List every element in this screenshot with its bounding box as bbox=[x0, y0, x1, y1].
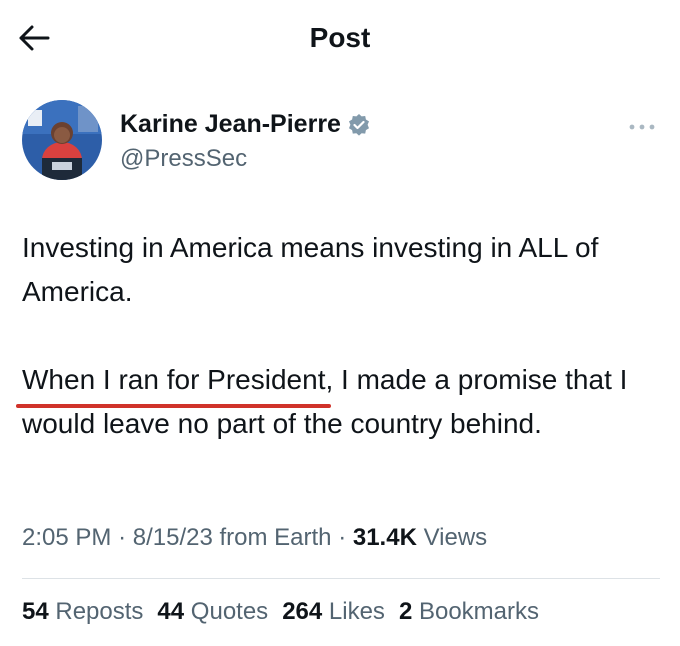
divider bbox=[22, 578, 660, 579]
author-handle[interactable]: @PressSec bbox=[120, 145, 371, 173]
post-time[interactable]: 2:05 PM bbox=[22, 524, 111, 551]
likes-stat[interactable]: 264 Likes bbox=[282, 598, 385, 626]
verified-badge-icon bbox=[348, 113, 369, 136]
more-options-icon bbox=[629, 124, 655, 130]
red-underline-annotation bbox=[16, 404, 332, 408]
more-options-button[interactable] bbox=[628, 114, 656, 137]
author-names: Karine Jean-Pierre @PressSec bbox=[120, 110, 371, 173]
red-underlined-phrase: When I ran for President bbox=[16, 358, 332, 408]
post-date[interactable]: 8/15/23 bbox=[133, 524, 213, 551]
author-row: Karine Jean-Pierre @PressSec bbox=[22, 100, 662, 184]
tweet-text: Investing in America means investing in … bbox=[16, 226, 667, 446]
quotes-stat[interactable]: 44 Quotes bbox=[157, 598, 268, 626]
tweet-paragraph-2: When I ran for President, I made a promi… bbox=[16, 358, 667, 446]
post-source: from Earth bbox=[219, 524, 332, 551]
views-count: 31.4K bbox=[352, 524, 417, 551]
reposts-stat[interactable]: 54 Reposts bbox=[22, 598, 143, 626]
page-title: Post bbox=[309, 22, 371, 53]
tweet-paragraph-1: Investing in America means investing in … bbox=[22, 232, 599, 307]
bookmarks-stat[interactable]: 2 Bookmarks bbox=[399, 598, 539, 626]
engagement-stats: 54 Reposts 44 Quotes 264 Likes 2 Bookmar… bbox=[22, 598, 539, 626]
display-name[interactable]: Karine Jean-Pierre bbox=[120, 110, 341, 139]
top-bar: Post bbox=[0, 0, 680, 78]
avatar[interactable] bbox=[22, 100, 102, 180]
views-label: Views bbox=[423, 524, 488, 551]
tweet-meta: 2:05 PM · 8/15/23 from Earth · 31.4K Vie… bbox=[22, 524, 488, 551]
